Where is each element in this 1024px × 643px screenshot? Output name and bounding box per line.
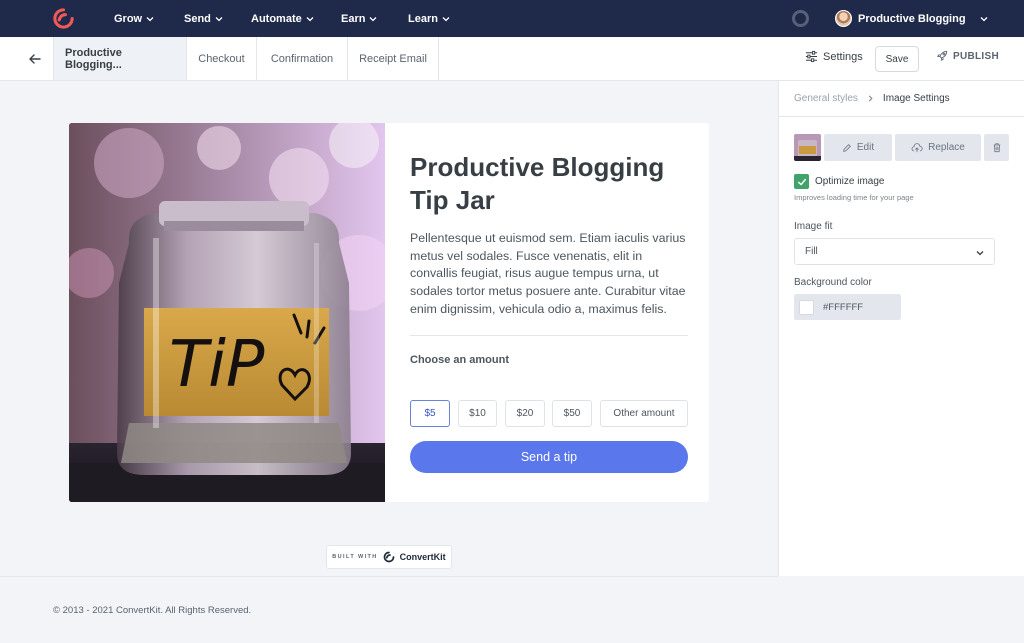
chevron-down-icon — [146, 16, 154, 21]
delete-image-button[interactable] — [984, 134, 1009, 161]
built-with-text: BUILT WITH — [332, 554, 378, 560]
edit-label: Edit — [856, 142, 875, 153]
built-with-badge[interactable]: BUILT WITH ConvertKit — [326, 545, 452, 569]
loading-spinner-icon — [792, 10, 809, 27]
breadcrumb-image-settings: Image Settings — [882, 93, 950, 104]
image-settings-panel: General styles Image Settings Edit Repla… — [778, 81, 1024, 576]
background-color-label: Background color — [794, 277, 872, 288]
editor-toolbar: Productive Blogging... Checkout Confirma… — [0, 37, 1024, 81]
convertkit-logo-icon — [383, 551, 395, 563]
optimize-image-label: Optimize image — [815, 176, 885, 187]
top-navigation: Grow Send Automate Earn Learn Productive… — [0, 0, 1024, 37]
tab-confirmation[interactable]: Confirmation — [257, 37, 348, 80]
optimize-image-checkbox[interactable] — [794, 174, 809, 189]
nav-learn[interactable]: Learn — [408, 0, 450, 37]
chevron-down-icon — [442, 16, 450, 21]
settings-button[interactable]: Settings — [805, 50, 863, 63]
card-content: Productive Blogging Tip Jar Pellentesque… — [410, 151, 688, 473]
convertkit-logo-icon[interactable] — [52, 7, 75, 30]
back-arrow-icon[interactable] — [27, 51, 43, 67]
nav-automate-label: Automate — [251, 12, 302, 25]
nav-earn-label: Earn — [341, 12, 366, 25]
chevron-down-icon — [215, 16, 223, 21]
chevron-down-icon — [980, 16, 988, 21]
breadcrumb-general-styles[interactable]: General styles — [794, 93, 858, 104]
nav-automate[interactable]: Automate — [251, 0, 314, 37]
tip-jar-image[interactable]: TiP — [69, 123, 385, 502]
page-title: Productive Blogging Tip Jar — [410, 152, 665, 215]
publish-label: PUBLISH — [953, 50, 999, 62]
color-swatch — [799, 299, 814, 315]
pencil-icon — [843, 143, 851, 152]
copyright-text: © 2013 - 2021 ConvertKit. All Rights Res… — [53, 605, 252, 616]
nav-grow-label: Grow — [114, 12, 143, 25]
amount-options: $5 $10 $20 $50 Other amount — [410, 400, 688, 427]
nav-earn[interactable]: Earn — [341, 0, 377, 37]
tab-label: Productive Blogging... — [65, 46, 122, 71]
rocket-icon — [937, 50, 948, 61]
chevron-down-icon — [976, 251, 984, 256]
tip-jar-card: TiP Productive Blogging Tip Jar Pellente… — [69, 123, 709, 502]
jar-label-text: TiP — [169, 328, 265, 402]
image-fit-value: Fill — [805, 246, 818, 257]
amount-5-button[interactable]: $5 — [410, 400, 450, 427]
amount-50-button[interactable]: $50 — [552, 400, 592, 427]
brand-name: ConvertKit — [399, 552, 446, 562]
image-thumbnail — [794, 134, 821, 161]
background-color-picker[interactable]: #FFFFFF — [794, 294, 901, 320]
account-name: Productive Blogging — [858, 12, 966, 25]
description-text: Pellentesque ut euismod sem. Etiam iacul… — [410, 231, 686, 316]
sliders-icon — [805, 50, 818, 63]
checkmark-icon — [797, 178, 806, 185]
avatar — [835, 10, 852, 27]
tab-label: Receipt Email — [359, 52, 427, 65]
replace-image-button[interactable]: Replace — [895, 134, 981, 161]
trash-icon — [993, 143, 1000, 153]
nav-send[interactable]: Send — [184, 0, 223, 37]
divider — [779, 116, 1024, 117]
breadcrumb: General styles Image Settings — [794, 93, 950, 104]
send-tip-button[interactable]: Send a tip — [410, 441, 688, 473]
amount-10-button[interactable]: $10 — [458, 400, 497, 427]
tab-label: Checkout — [198, 52, 245, 65]
amount-label: Choose an amount — [410, 353, 510, 366]
tip-jar-photo: TiP — [69, 123, 385, 502]
save-button[interactable]: Save — [875, 46, 919, 72]
edit-image-button[interactable]: Edit — [824, 134, 892, 161]
tab-label: Confirmation — [270, 52, 334, 65]
amount-20-button[interactable]: $20 — [505, 400, 545, 427]
footer: © 2013 - 2021 ConvertKit. All Rights Res… — [0, 576, 778, 643]
nav-send-label: Send — [184, 12, 211, 25]
settings-label: Settings — [823, 50, 863, 63]
image-fit-select[interactable]: Fill — [794, 238, 995, 265]
other-amount-button[interactable]: Other amount — [600, 400, 688, 427]
optimize-image-help: Improves loading time for your page — [794, 193, 914, 202]
chevron-down-icon — [370, 16, 377, 21]
publish-button[interactable]: PUBLISH — [936, 50, 999, 62]
background-color-value: #FFFFFF — [823, 301, 864, 313]
cloud-upload-icon — [911, 142, 923, 152]
chevron-right-icon — [868, 95, 873, 102]
tab-landing-page[interactable]: Productive Blogging... — [53, 37, 187, 80]
chevron-down-icon — [306, 16, 314, 21]
tab-checkout[interactable]: Checkout — [187, 37, 257, 80]
image-fit-label: Image fit — [794, 221, 833, 232]
nav-learn-label: Learn — [408, 12, 438, 25]
account-menu[interactable]: Productive Blogging — [835, 0, 988, 37]
replace-label: Replace — [928, 142, 965, 153]
nav-grow[interactable]: Grow — [114, 0, 154, 37]
tab-receipt-email[interactable]: Receipt Email — [348, 37, 439, 80]
divider — [410, 334, 688, 336]
